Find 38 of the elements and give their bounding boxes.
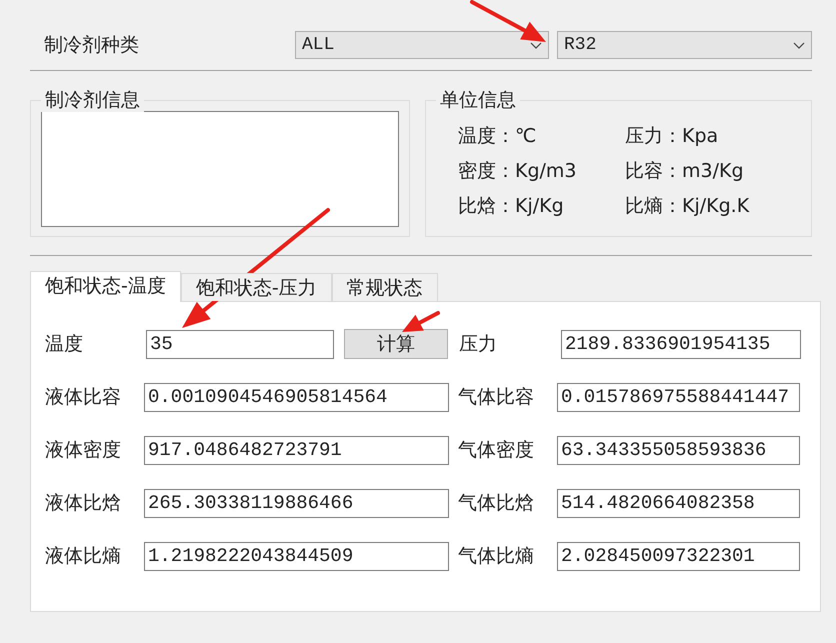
field-label: 气体比容 xyxy=(458,385,535,410)
field-label: 制冷剂种类 xyxy=(43,33,140,58)
field-label: 液体比熵 xyxy=(45,544,122,569)
field-label: 温度 xyxy=(45,332,84,357)
output-field[interactable]: 265.30338119886466 xyxy=(144,488,449,518)
dropdown[interactable]: R32 xyxy=(557,31,812,59)
output-field[interactable]: 2189.8336901954135 xyxy=(561,330,801,358)
output-field[interactable]: 63.343355058593836 xyxy=(557,436,800,464)
field-label: 气体密度 xyxy=(458,438,535,463)
unit-text: 比熵：Kj/Kg.K xyxy=(625,194,750,219)
tab[interactable]: 常规状态 xyxy=(332,273,438,301)
unit-text: 温度：℃ xyxy=(458,124,538,149)
output-field[interactable]: 2.028450097322301 xyxy=(557,542,800,570)
output-field[interactable]: 1.2198222043844509 xyxy=(144,542,449,570)
field-label: 气体比熵 xyxy=(458,544,535,569)
unit-text: 比容：m3/Kg xyxy=(625,159,745,184)
tab[interactable]: 饱和状态-温度 xyxy=(30,271,181,302)
output-field[interactable]: 917.0486482723791 xyxy=(144,436,449,464)
field-label: 液体比焓 xyxy=(45,491,122,516)
output-field[interactable]: 0.0010904546905814564 xyxy=(144,382,449,412)
unit-text: 比焓：Kj/Kg xyxy=(458,194,565,219)
chevron-icon xyxy=(530,42,542,48)
field-label: 气体比焓 xyxy=(458,491,535,516)
unit-text: 压力：Kpa xyxy=(625,124,720,149)
field-label: 液体密度 xyxy=(45,438,122,463)
annotation-arrow xyxy=(402,311,440,332)
tab[interactable]: 饱和状态-压力 xyxy=(180,273,332,301)
unit-text: 密度：Kg/m3 xyxy=(458,159,578,184)
output-field[interactable]: 514.4820664082358 xyxy=(557,488,800,518)
info-text-area[interactable] xyxy=(41,111,399,227)
group-title: 制冷剂信息 xyxy=(41,88,144,112)
dropdown[interactable]: ALL xyxy=(295,31,549,59)
field-label: 液体比容 xyxy=(45,385,122,410)
field-label: 压力 xyxy=(459,332,498,357)
input-field[interactable]: 35 xyxy=(146,330,334,358)
output-field[interactable]: 0.015786975588441447 xyxy=(557,382,800,412)
chevron-icon xyxy=(793,42,805,48)
calculate-button[interactable]: 计算 xyxy=(344,329,448,359)
